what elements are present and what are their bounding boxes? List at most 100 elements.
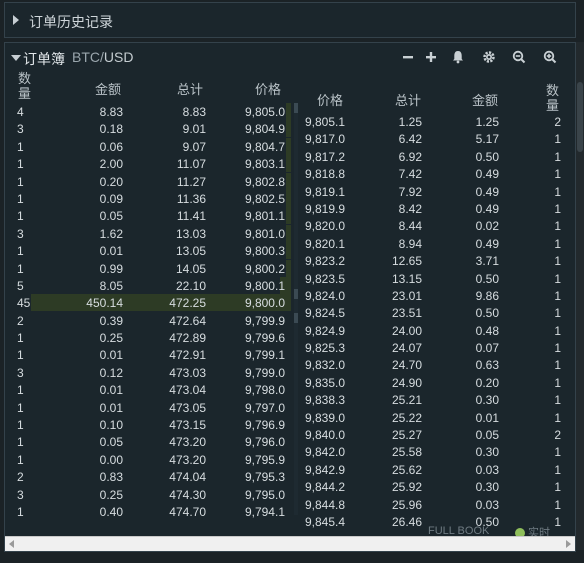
ask-amount: 0.02 (475, 219, 499, 234)
ask-row[interactable]: 9,824.0 23.01 9.86 1 (301, 287, 567, 304)
ask-row[interactable]: 9,840.0 25.27 0.05 2 (301, 426, 567, 443)
bid-depth-bar (285, 137, 291, 155)
scroll-right-icon[interactable] (566, 540, 571, 548)
ask-amount: 0.50 (475, 149, 499, 164)
ask-count: 1 (554, 132, 561, 147)
bid-header-price[interactable]: 价格 (255, 79, 281, 98)
bid-header-count[interactable]: 数量 (18, 71, 34, 101)
ask-row[interactable]: 9,825.3 24.07 0.07 1 (301, 339, 567, 356)
ask-row[interactable]: 9,844.2 25.92 0.30 1 (301, 478, 567, 495)
bid-header-amount[interactable]: 金额 (95, 79, 121, 98)
ask-total: 25.62 (391, 462, 422, 477)
bid-amount: 0.99 (99, 261, 123, 276)
ask-price: 9,819.9 (305, 201, 346, 216)
bid-row[interactable]: 1 0.01 473.04 9,798.0 (17, 381, 291, 398)
bid-row[interactable]: 45 450.14 472.25 9,800.0 (17, 294, 291, 312)
ask-row[interactable]: 9,824.9 24.00 0.48 1 (301, 322, 567, 339)
bid-row[interactable]: 1 0.09 11.36 9,802.5 (17, 189, 291, 207)
ask-row[interactable]: 9,823.5 13.15 0.50 1 (301, 270, 567, 287)
ask-amount: 0.50 (475, 306, 499, 321)
ask-row[interactable]: 9,819.9 8.42 0.49 1 (301, 200, 567, 217)
ask-row[interactable]: 9,817.2 6.92 0.50 1 (301, 148, 567, 165)
vertical-scrollbar[interactable] (576, 42, 584, 550)
ask-row[interactable]: 9,844.8 25.96 0.03 1 (301, 496, 567, 513)
bid-row[interactable]: 3 0.25 474.30 9,795.0 (17, 486, 291, 503)
scrollbar-thumb[interactable] (577, 82, 583, 152)
bid-depth-bar (285, 224, 291, 242)
bid-row[interactable]: 1 0.01 13.05 9,800.3 (17, 242, 291, 260)
bid-amount: 8.05 (99, 278, 123, 293)
bell-icon[interactable] (450, 49, 466, 65)
ask-amount: 0.50 (475, 271, 499, 286)
ask-amount: 9.86 (475, 288, 499, 303)
ask-header-total[interactable]: 总计 (395, 90, 421, 109)
ask-header-amount[interactable]: 金额 (472, 90, 498, 109)
zoom-out-icon[interactable] (511, 49, 527, 65)
chevron-down-icon[interactable] (11, 55, 21, 61)
ask-total: 6.42 (398, 132, 422, 147)
ask-row[interactable]: 9,823.2 12.65 3.71 1 (301, 252, 567, 269)
minus-icon[interactable] (400, 49, 416, 65)
ask-row[interactable]: 9,819.1 7.92 0.49 1 (301, 183, 567, 200)
bid-row[interactable]: 2 0.83 474.04 9,795.3 (17, 468, 291, 485)
bid-row[interactable]: 1 0.01 473.05 9,797.0 (17, 399, 291, 416)
bid-row[interactable]: 1 2.00 11.07 9,803.1 (17, 155, 291, 173)
order-history-panel[interactable]: 订单历史记录 (4, 2, 576, 38)
ask-amount: 3.71 (475, 254, 499, 269)
bid-row[interactable]: 3 0.12 473.03 9,799.0 (17, 364, 291, 381)
bid-row[interactable]: 1 0.20 11.27 9,802.8 (17, 172, 291, 190)
horizontal-scrollbar[interactable] (5, 536, 575, 551)
bid-row[interactable]: 1 0.25 472.89 9,799.6 (17, 329, 291, 346)
bid-amount: 0.01 (99, 244, 123, 259)
bid-row[interactable]: 1 0.40 474.70 9,794.1 (17, 503, 291, 520)
ask-price: 9,842.9 (305, 462, 346, 477)
bid-row[interactable]: 3 1.62 13.03 9,801.0 (17, 224, 291, 242)
scroll-left-icon[interactable] (9, 540, 14, 548)
bid-row[interactable]: 2 0.39 472.64 9,799.9 (17, 312, 291, 329)
ask-row[interactable]: 9,835.0 24.90 0.20 1 (301, 374, 567, 391)
ask-row[interactable]: 9,838.3 25.21 0.30 1 (301, 391, 567, 408)
ask-row[interactable]: 9,817.0 6.42 5.17 1 (301, 130, 567, 147)
ask-price: 9,840.0 (305, 428, 346, 443)
ask-row[interactable]: 9,842.0 25.58 0.30 1 (301, 443, 567, 460)
ask-header-price[interactable]: 价格 (317, 90, 343, 109)
ask-row[interactable]: 9,839.0 25.22 0.01 1 (301, 409, 567, 426)
bid-row[interactable]: 1 0.00 473.20 9,795.9 (17, 451, 291, 468)
bid-total: 11.27 (176, 174, 206, 189)
plus-icon[interactable] (423, 49, 439, 65)
bid-depth-bar (285, 259, 291, 277)
ask-row[interactable]: 9,818.8 7.42 0.49 1 (301, 165, 567, 182)
ask-row[interactable]: 9,805.1 1.25 1.25 2 (301, 113, 567, 130)
bid-total: 474.70 (169, 504, 206, 519)
bid-total: 472.64 (169, 313, 206, 328)
bid-row[interactable]: 1 0.01 472.91 9,799.1 (17, 346, 291, 363)
ask-row[interactable]: 9,820.0 8.44 0.02 1 (301, 217, 567, 234)
bid-row[interactable]: 1 0.05 473.20 9,796.0 (17, 433, 291, 450)
ask-row[interactable]: 9,842.9 25.62 0.03 1 (301, 461, 567, 478)
bid-row[interactable]: 5 8.05 22.10 9,800.1 (17, 276, 291, 294)
bid-count: 1 (17, 435, 24, 450)
ask-amount: 0.03 (475, 462, 499, 477)
bid-row[interactable]: 3 0.18 9.01 9,804.9 (17, 120, 291, 138)
ask-header-count[interactable]: 数量 (546, 83, 562, 113)
bid-row[interactable]: 1 0.06 9.07 9,804.7 (17, 137, 291, 155)
ask-row[interactable]: 9,824.5 23.51 0.50 1 (301, 304, 567, 321)
bid-row[interactable]: 1 0.10 473.15 9,796.9 (17, 416, 291, 433)
bid-count: 1 (17, 191, 24, 206)
chevron-right-icon[interactable] (13, 15, 19, 25)
ask-total: 25.27 (391, 428, 422, 443)
ask-row[interactable]: 9,820.1 8.94 0.49 1 (301, 235, 567, 252)
bid-row[interactable]: 1 0.99 14.05 9,800.2 (17, 259, 291, 277)
bid-count: 1 (17, 139, 24, 154)
bid-count: 3 (17, 226, 24, 241)
ask-count: 1 (554, 462, 561, 477)
bid-price: 9,799.0 (244, 365, 285, 380)
bid-header-total[interactable]: 总计 (177, 79, 203, 98)
gear-icon[interactable] (481, 49, 497, 65)
bid-row[interactable]: 1 0.05 11.41 9,801.1 (17, 207, 291, 225)
ask-total: 24.90 (391, 375, 422, 390)
bid-row[interactable]: 4 8.83 8.83 9,805.0 (17, 103, 291, 120)
zoom-in-icon[interactable] (542, 49, 558, 65)
ask-row[interactable]: 9,832.0 24.70 0.63 1 (301, 356, 567, 373)
bid-amount: 0.05 (99, 435, 123, 450)
